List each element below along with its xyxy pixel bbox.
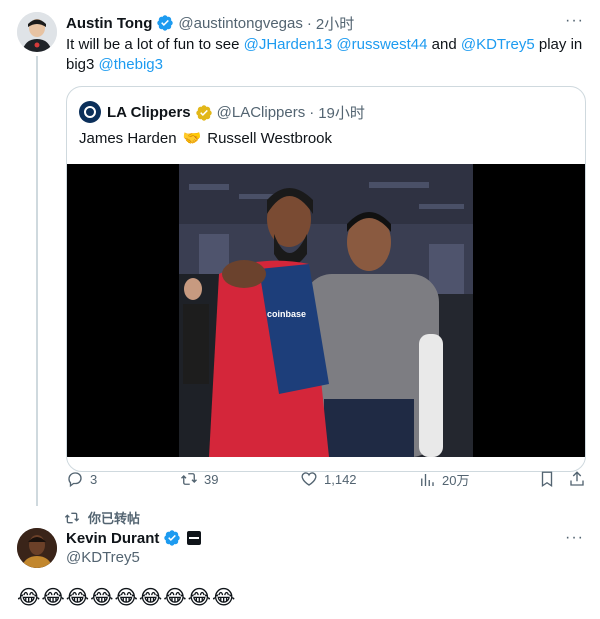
- tweet-text: It will be a lot of fun to see @JHarden1…: [66, 35, 586, 75]
- verified-badge-icon[interactable]: [163, 529, 181, 547]
- quoted-text-right: Russell Westbrook: [207, 129, 333, 147]
- views-button[interactable]: 20万: [418, 470, 469, 489]
- more-options-icon[interactable]: ···: [565, 529, 584, 547]
- separator-dot: ·: [306, 14, 312, 32]
- quoted-tweet[interactable]: LA Clippers @LAClippers · 19小时 James Har…: [66, 86, 586, 472]
- quoted-text-left: James Harden: [79, 129, 177, 147]
- author-name[interactable]: Austin Tong: [66, 15, 152, 32]
- reply-count: 3: [90, 471, 98, 487]
- retweet-icon: [181, 473, 197, 485]
- retweet-button[interactable]: 39: [180, 470, 218, 488]
- retweeted-banner: 你已转帖: [64, 508, 140, 527]
- tweet-header: Austin Tong @austintongvegas · 2小时: [66, 13, 354, 33]
- text-segment: and: [427, 36, 461, 53]
- quoted-tweet-time[interactable]: 19小时: [318, 102, 365, 123]
- la-clippers-avatar[interactable]: [79, 101, 101, 123]
- affiliate-badge-icon[interactable]: [187, 531, 202, 545]
- quoted-author-handle[interactable]: @LAClippers: [217, 104, 306, 121]
- austin-tong-avatar[interactable]: [17, 12, 57, 52]
- share-button[interactable]: [568, 470, 592, 488]
- retweeted-label: 你已转帖: [88, 511, 141, 526]
- mention-kdtrey5[interactable]: @KDTrey5: [461, 36, 535, 53]
- bookmark-icon: [541, 471, 553, 488]
- reply-tweet-text: 😂😂😂😂😂😂😂😂😂: [17, 587, 237, 609]
- like-button[interactable]: 1,142: [300, 470, 357, 488]
- view-count: 20万: [442, 473, 470, 488]
- mention-thebig3[interactable]: @thebig3: [99, 56, 163, 73]
- share-icon: [570, 471, 584, 486]
- like-count: 1,142: [324, 471, 357, 487]
- text-segment: It will be a lot of fun to see: [66, 36, 244, 53]
- quoted-tweet-text: James Harden 🤝 Russell Westbrook: [79, 129, 333, 148]
- reply-button[interactable]: 3: [66, 470, 97, 488]
- reply-author-name[interactable]: Kevin Durant: [66, 530, 159, 547]
- thread-line: [36, 56, 38, 506]
- retweet-icon: [64, 512, 80, 523]
- video-frame: coinbase: [179, 164, 473, 457]
- more-options-icon[interactable]: ···: [565, 12, 584, 30]
- quoted-author-name[interactable]: LA Clippers: [107, 104, 191, 121]
- author-handle[interactable]: @austintongvegas: [178, 15, 302, 32]
- jersey-sponsor-text: coinbase: [267, 309, 306, 319]
- heart-icon: [301, 472, 317, 486]
- separator-dot: ·: [309, 104, 315, 121]
- reply-icon: [68, 472, 82, 488]
- views-chart-icon: [421, 473, 434, 486]
- mention-jharden13[interactable]: @JHarden13: [244, 36, 333, 53]
- video-media[interactable]: coinbase: [67, 164, 585, 457]
- mention-russwest44[interactable]: @russwest44: [336, 36, 427, 53]
- retweet-count: 39: [204, 471, 219, 487]
- verified-gold-badge-icon[interactable]: [195, 104, 213, 122]
- verified-badge-icon[interactable]: [156, 14, 174, 32]
- reply-tweet-header: Kevin Durant: [66, 529, 202, 547]
- kevin-durant-avatar[interactable]: [17, 528, 57, 568]
- tweet-time[interactable]: 2小时: [316, 13, 354, 34]
- tweet-actions: 3 39 1,142 20万: [66, 470, 590, 490]
- handshake-emoji: 🤝: [182, 130, 202, 147]
- reply-author-handle[interactable]: @KDTrey5: [66, 549, 140, 566]
- bookmark-button[interactable]: [538, 470, 562, 488]
- quoted-tweet-header: LA Clippers @LAClippers · 19小时: [107, 102, 365, 123]
